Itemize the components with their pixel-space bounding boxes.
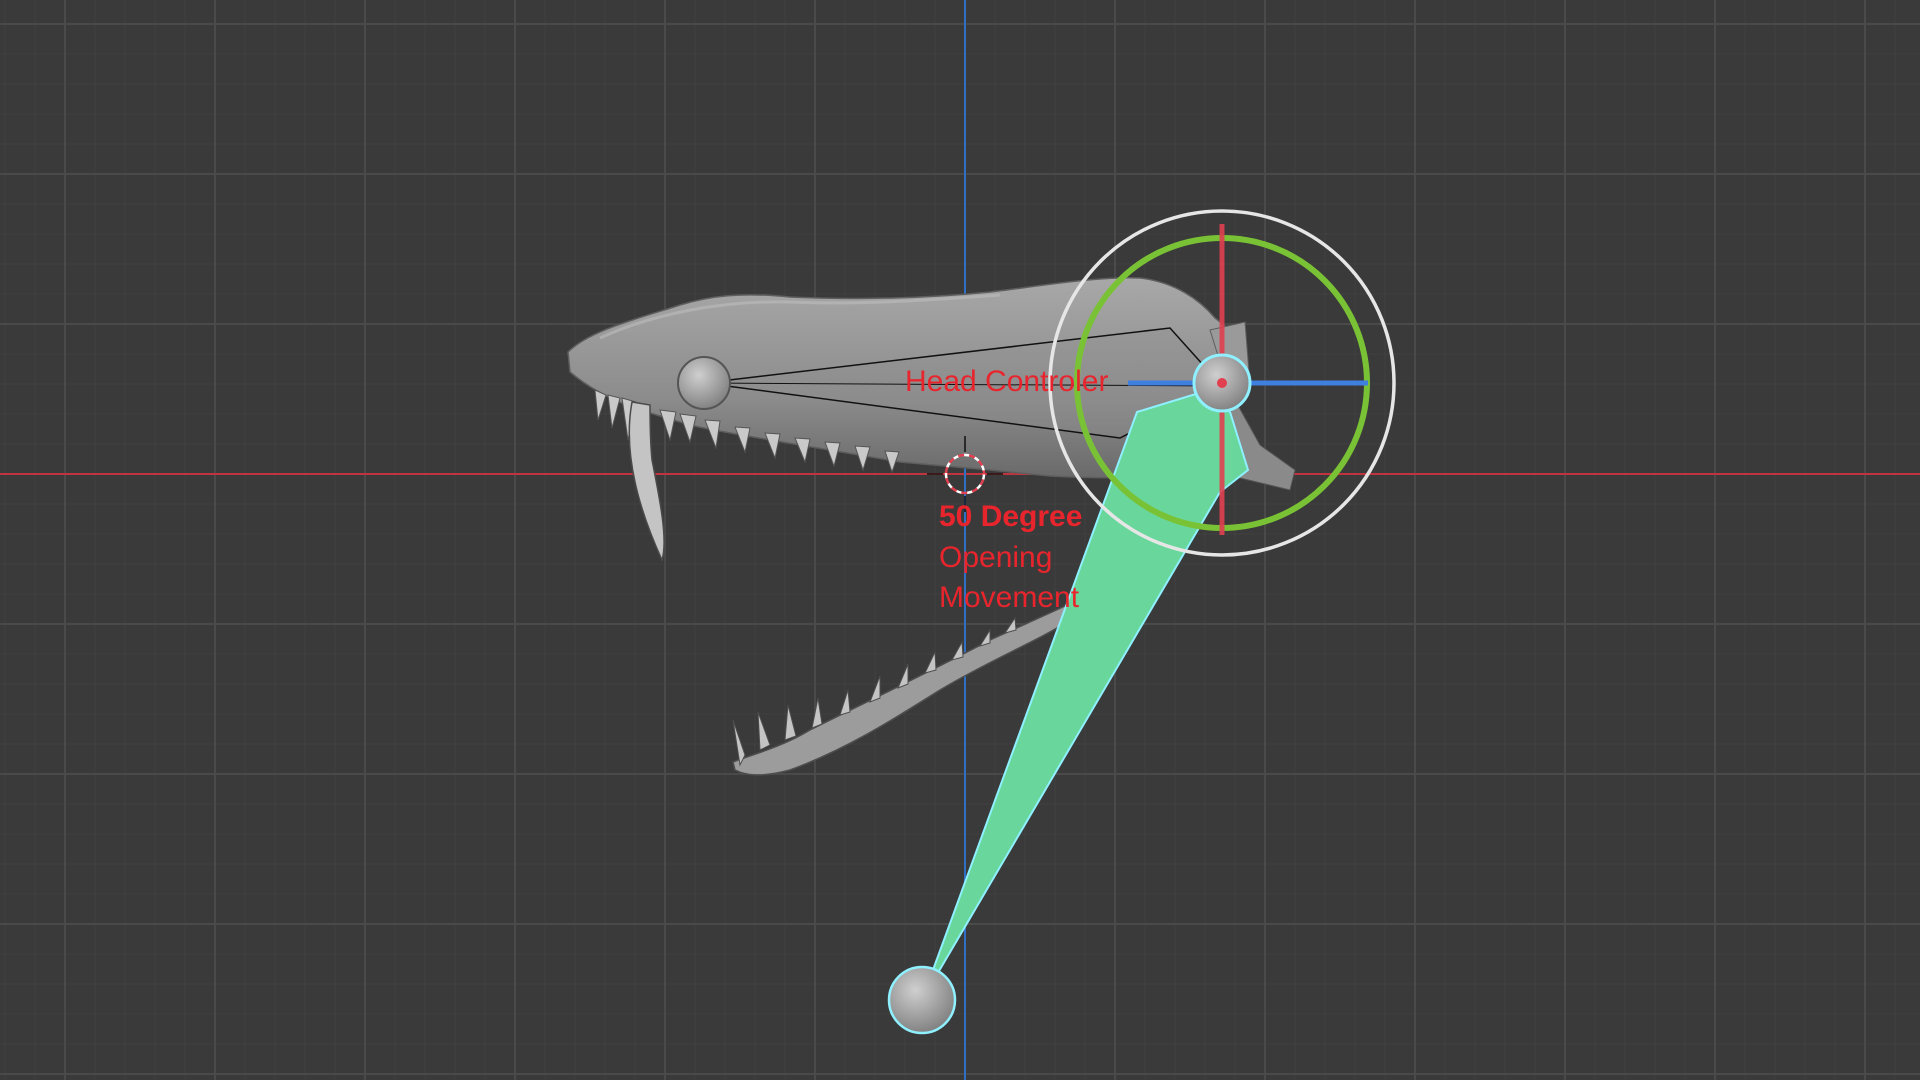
head-controller-label: Head Controler	[905, 365, 1109, 398]
bone-joint-icon[interactable]	[887, 965, 957, 1035]
viewport-canvas[interactable]	[0, 0, 1920, 1080]
3d-viewport[interactable]: Head Controler 50 Degree Opening Movemen…	[0, 0, 1920, 1080]
bone-joint-icon[interactable]	[677, 356, 731, 410]
degree-label: 50 Degree	[939, 500, 1083, 533]
movement-label: Movement	[939, 581, 1080, 614]
opening-label: Opening	[939, 541, 1053, 574]
